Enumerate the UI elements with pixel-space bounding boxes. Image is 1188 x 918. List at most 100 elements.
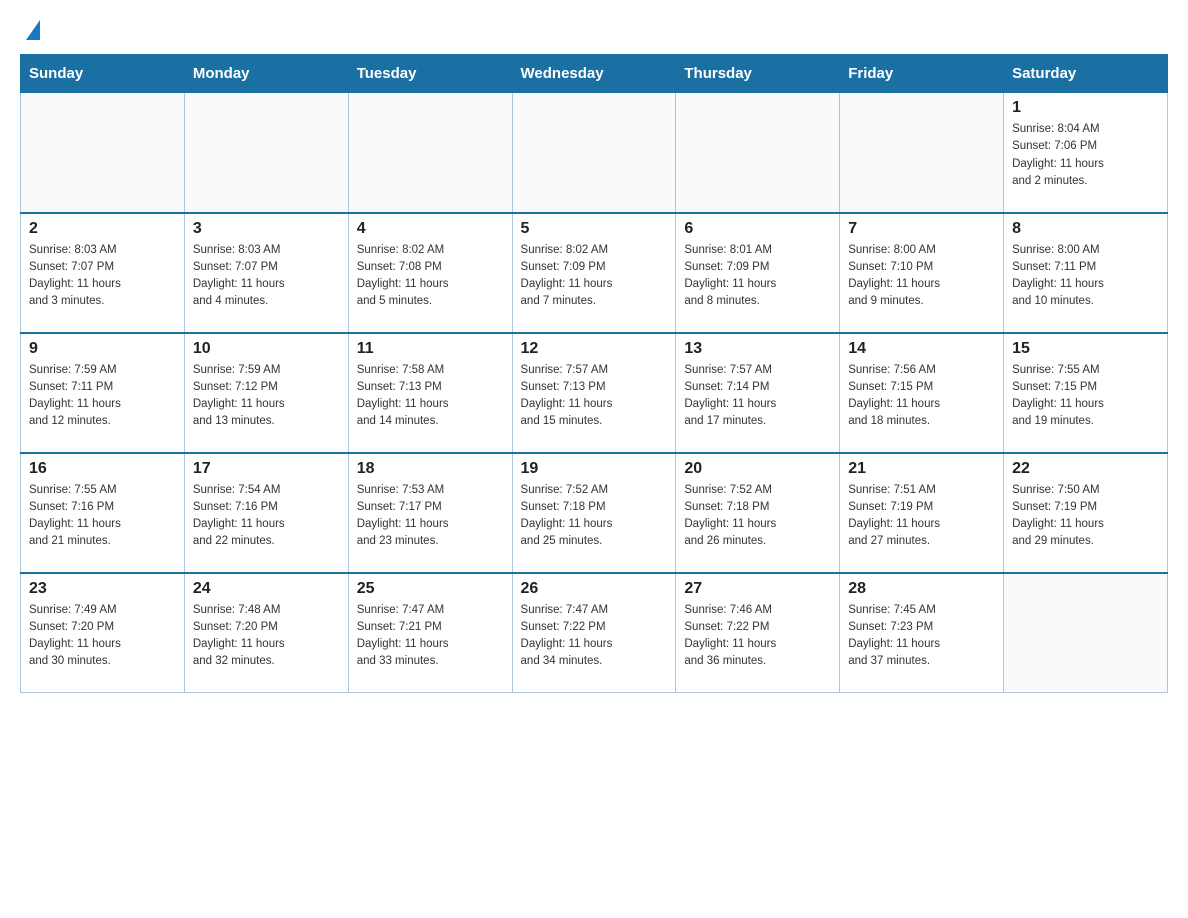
calendar-cell: 22 Sunrise: 7:50 AM Sunset: 7:19 PM Dayli… [1004,453,1168,573]
calendar-cell [840,93,1004,213]
day-number: 27 [684,580,831,598]
day-info: Sunrise: 7:55 AM Sunset: 7:16 PM Dayligh… [29,482,176,551]
day-number: 11 [357,340,504,358]
calendar-cell: 17Sunrise: 7:54 AM Sunset: 7:16 PM Dayli… [184,453,348,573]
logo [20,20,46,38]
day-number: 14 [848,340,995,358]
weekday-header-monday: Monday [184,55,348,93]
day-info: Sunrise: 7:57 AM Sunset: 7:14 PM Dayligh… [684,362,831,431]
day-info: Sunrise: 7:47 AM Sunset: 7:21 PM Dayligh… [357,602,504,671]
day-number: 16 [29,460,176,478]
day-info: Sunrise: 7:51 AM Sunset: 7:19 PM Dayligh… [848,482,995,551]
day-number: 5 [521,220,668,238]
day-number: 28 [848,580,995,598]
calendar-cell: 24 Sunrise: 7:48 AM Sunset: 7:20 PM Dayli… [184,573,348,693]
day-info: Sunrise: 8:03 AM Sunset: 7:07 PM Dayligh… [29,242,176,311]
calendar-cell: 3 Sunrise: 8:03 AM Sunset: 7:07 PM Daylig… [184,213,348,333]
day-info: Sunrise: 7:49 AM Sunset: 7:20 PM Dayligh… [29,602,176,671]
calendar-cell: 16 Sunrise: 7:55 AM Sunset: 7:16 PM Dayli… [21,453,185,573]
calendar-cell: 19 Sunrise: 7:52 AM Sunset: 7:18 PM Dayli… [512,453,676,573]
day-number: 6 [684,220,831,238]
calendar-cell: 12 Sunrise: 7:57 AM Sunset: 7:13 PM Dayli… [512,333,676,453]
day-number: 20 [684,460,831,478]
day-info: Sunrise: 8:00 AM Sunset: 7:11 PM Dayligh… [1012,242,1159,311]
day-info: Sunrise: 7:59 AM Sunset: 7:12 PM Dayligh… [193,362,340,431]
calendar-table: SundayMondayTuesdayWednesdayThursdayFrid… [20,54,1168,693]
day-info: Sunrise: 7:54 AM Sunset: 7:16 PM Dayligh… [193,482,340,551]
calendar-week-row: 23 Sunrise: 7:49 AM Sunset: 7:20 PM Dayli… [21,573,1168,693]
weekday-header-saturday: Saturday [1004,55,1168,93]
day-info: Sunrise: 7:57 AM Sunset: 7:13 PM Dayligh… [521,362,668,431]
weekday-header-thursday: Thursday [676,55,840,93]
calendar-cell: 14 Sunrise: 7:56 AM Sunset: 7:15 PM Dayli… [840,333,1004,453]
weekday-header-wednesday: Wednesday [512,55,676,93]
calendar-week-row: 1 Sunrise: 8:04 AM Sunset: 7:06 PM Daylig… [21,93,1168,213]
day-info: Sunrise: 7:55 AM Sunset: 7:15 PM Dayligh… [1012,362,1159,431]
calendar-cell: 18 Sunrise: 7:53 AM Sunset: 7:17 PM Dayli… [348,453,512,573]
logo-triangle-icon [26,20,40,40]
day-number: 10 [193,340,340,358]
calendar-cell: 21 Sunrise: 7:51 AM Sunset: 7:19 PM Dayli… [840,453,1004,573]
day-info: Sunrise: 8:02 AM Sunset: 7:09 PM Dayligh… [521,242,668,311]
day-number: 15 [1012,340,1159,358]
calendar-cell: 11 Sunrise: 7:58 AM Sunset: 7:13 PM Dayli… [348,333,512,453]
day-info: Sunrise: 7:52 AM Sunset: 7:18 PM Dayligh… [684,482,831,551]
day-info: Sunrise: 7:45 AM Sunset: 7:23 PM Dayligh… [848,602,995,671]
calendar-cell: 13Sunrise: 7:57 AM Sunset: 7:14 PM Dayli… [676,333,840,453]
day-number: 1 [1012,99,1159,117]
day-number: 26 [521,580,668,598]
day-number: 24 [193,580,340,598]
calendar-cell: 8Sunrise: 8:00 AM Sunset: 7:11 PM Daylig… [1004,213,1168,333]
day-info: Sunrise: 8:00 AM Sunset: 7:10 PM Dayligh… [848,242,995,311]
day-number: 25 [357,580,504,598]
calendar-cell: 10 Sunrise: 7:59 AM Sunset: 7:12 PM Dayli… [184,333,348,453]
day-info: Sunrise: 8:03 AM Sunset: 7:07 PM Dayligh… [193,242,340,311]
day-number: 3 [193,220,340,238]
calendar-cell [676,93,840,213]
calendar-cell: 5 Sunrise: 8:02 AM Sunset: 7:09 PM Daylig… [512,213,676,333]
calendar-cell: 28 Sunrise: 7:45 AM Sunset: 7:23 PM Dayli… [840,573,1004,693]
calendar-week-row: 16 Sunrise: 7:55 AM Sunset: 7:16 PM Dayli… [21,453,1168,573]
day-info: Sunrise: 7:53 AM Sunset: 7:17 PM Dayligh… [357,482,504,551]
day-info: Sunrise: 8:02 AM Sunset: 7:08 PM Dayligh… [357,242,504,311]
day-info: Sunrise: 7:48 AM Sunset: 7:20 PM Dayligh… [193,602,340,671]
calendar-cell: 4 Sunrise: 8:02 AM Sunset: 7:08 PM Daylig… [348,213,512,333]
calendar-cell [512,93,676,213]
calendar-cell: 26 Sunrise: 7:47 AM Sunset: 7:22 PM Dayli… [512,573,676,693]
weekday-header-row: SundayMondayTuesdayWednesdayThursdayFrid… [21,55,1168,93]
calendar-cell [348,93,512,213]
day-info: Sunrise: 8:04 AM Sunset: 7:06 PM Dayligh… [1012,121,1159,190]
day-number: 23 [29,580,176,598]
day-info: Sunrise: 7:47 AM Sunset: 7:22 PM Dayligh… [521,602,668,671]
day-number: 18 [357,460,504,478]
calendar-cell [1004,573,1168,693]
calendar-cell: 27Sunrise: 7:46 AM Sunset: 7:22 PM Dayli… [676,573,840,693]
calendar-cell [21,93,185,213]
calendar-cell: 6 Sunrise: 8:01 AM Sunset: 7:09 PM Daylig… [676,213,840,333]
page-header [20,20,1168,38]
day-info: Sunrise: 7:52 AM Sunset: 7:18 PM Dayligh… [521,482,668,551]
calendar-cell: 25 Sunrise: 7:47 AM Sunset: 7:21 PM Dayli… [348,573,512,693]
calendar-week-row: 2 Sunrise: 8:03 AM Sunset: 7:07 PM Daylig… [21,213,1168,333]
calendar-cell: 23 Sunrise: 7:49 AM Sunset: 7:20 PM Dayli… [21,573,185,693]
weekday-header-sunday: Sunday [21,55,185,93]
weekday-header-tuesday: Tuesday [348,55,512,93]
day-number: 22 [1012,460,1159,478]
day-number: 4 [357,220,504,238]
day-number: 7 [848,220,995,238]
day-info: Sunrise: 7:58 AM Sunset: 7:13 PM Dayligh… [357,362,504,431]
weekday-header-friday: Friday [840,55,1004,93]
calendar-cell: 9Sunrise: 7:59 AM Sunset: 7:11 PM Daylig… [21,333,185,453]
day-number: 21 [848,460,995,478]
day-info: Sunrise: 8:01 AM Sunset: 7:09 PM Dayligh… [684,242,831,311]
calendar-cell: 20 Sunrise: 7:52 AM Sunset: 7:18 PM Dayli… [676,453,840,573]
calendar-cell: 2 Sunrise: 8:03 AM Sunset: 7:07 PM Daylig… [21,213,185,333]
day-number: 19 [521,460,668,478]
calendar-week-row: 9Sunrise: 7:59 AM Sunset: 7:11 PM Daylig… [21,333,1168,453]
day-number: 2 [29,220,176,238]
day-info: Sunrise: 7:50 AM Sunset: 7:19 PM Dayligh… [1012,482,1159,551]
calendar-cell: 7 Sunrise: 8:00 AM Sunset: 7:10 PM Daylig… [840,213,1004,333]
calendar-cell [184,93,348,213]
day-number: 12 [521,340,668,358]
day-info: Sunrise: 7:56 AM Sunset: 7:15 PM Dayligh… [848,362,995,431]
